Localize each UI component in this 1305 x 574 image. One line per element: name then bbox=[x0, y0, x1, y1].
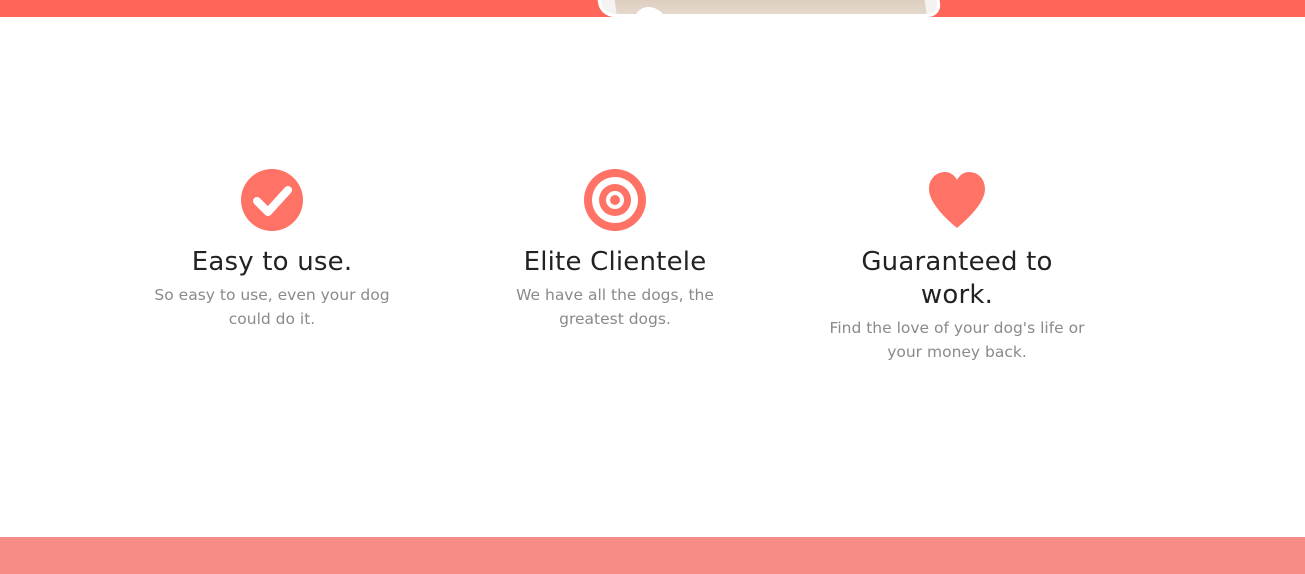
feature-title: Guaranteed to work. bbox=[861, 247, 1053, 310]
target-icon bbox=[583, 168, 647, 232]
check-circle-icon bbox=[240, 168, 304, 232]
bottom-band bbox=[0, 537, 1305, 574]
feature-elite-clientele: Elite Clientele We have all the dogs, th… bbox=[485, 168, 745, 331]
feature-description: Find the love of your dog's life or your… bbox=[829, 319, 1085, 361]
heart-icon bbox=[925, 168, 989, 232]
feature-guaranteed: Guaranteed to work. Find the love of you… bbox=[827, 168, 1087, 364]
features-section: Easy to use. So easy to use, even your d… bbox=[0, 0, 1305, 574]
feature-description: So easy to use, even your dog could do i… bbox=[154, 286, 390, 328]
feature-easy-to-use: Easy to use. So easy to use, even your d… bbox=[142, 168, 402, 331]
feature-description: We have all the dogs, the greatest dogs. bbox=[516, 286, 714, 328]
feature-title: Elite Clientele bbox=[523, 247, 707, 277]
feature-title: Easy to use. bbox=[191, 247, 353, 277]
